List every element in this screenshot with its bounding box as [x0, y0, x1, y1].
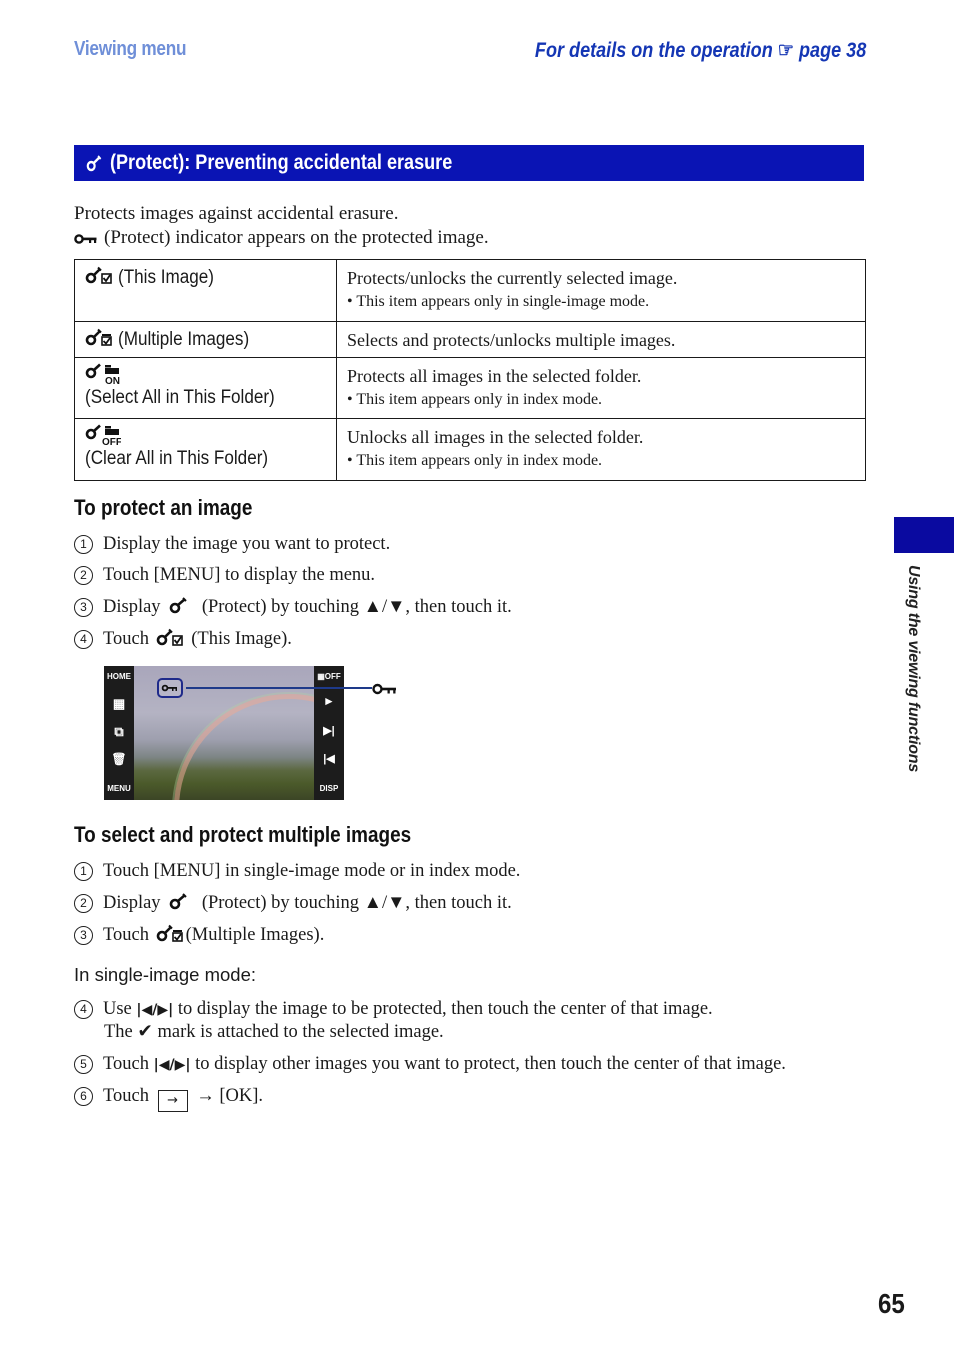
multiple-step-4: 4 Use |◀/▶| to display the image to be pr… — [74, 998, 713, 1043]
pointing-hand-icon: ☞ — [777, 39, 794, 62]
protect-step-4: 4 Touch (This Image). — [74, 627, 292, 650]
reference-page: page 38 — [798, 39, 866, 62]
previous-image-icon[interactable]: |◀ — [314, 752, 344, 765]
play-icon[interactable]: ► — [314, 694, 344, 708]
side-tab-marker — [894, 517, 954, 553]
intro-line-1: Protects images against accidental erasu… — [74, 203, 399, 224]
multiple-step-5: 5 Touch |◀/▶| to display other images you… — [74, 1053, 786, 1076]
checkmark-icon: ✔ — [137, 1021, 153, 1042]
prev-next-icon: |◀/▶| — [136, 1002, 174, 1018]
slideshow-icon[interactable]: ⧉ — [104, 724, 134, 740]
banner-title: (Protect): Preventing accidental erasure — [109, 151, 453, 174]
multiple-step-1: 1 Touch [MENU] in single-image mode or in… — [74, 860, 520, 882]
intro-text: Protects images against accidental erasu… — [74, 202, 489, 250]
intro-line-2: (Protect) indicator appears on the prote… — [104, 227, 489, 248]
key-icon — [169, 893, 187, 910]
arrow-button-icon: → — [157, 1090, 188, 1112]
protect-banner: (Protect): Preventing accidental erasure — [74, 145, 864, 181]
svg-text:ON: ON — [105, 376, 120, 385]
key-icon — [86, 155, 102, 172]
protect-multiple-images-icon — [85, 328, 112, 346]
option-this-image: (This Image) — [74, 259, 337, 322]
multiple-step-3: 3 Touch (Multiple Images). — [74, 923, 324, 946]
table-row: (This Image) Protects/unlocks the curren… — [74, 259, 866, 322]
single-image-mode-subheading: In single-image mode: — [74, 964, 257, 985]
option-multiple-images: (Multiple Images) — [74, 321, 337, 358]
protect-step-1: 1 Display the image you want to protect. — [74, 533, 390, 555]
reference-prefix: For details on the operation — [534, 39, 773, 62]
protect-this-image-icon — [85, 266, 112, 284]
option-multiple-images-desc: Selects and protects/unlocks multiple im… — [336, 321, 866, 358]
trash-icon[interactable]: 🗑 — [104, 752, 134, 766]
option-select-all: ON (Select All in This Folder) — [74, 357, 337, 419]
option-clear-all: OFF (Clear All in This Folder) — [74, 418, 337, 481]
protect-indicator-icon — [161, 684, 177, 692]
protect-this-image-icon — [156, 628, 183, 646]
display-off-button[interactable]: ▦OFF — [314, 672, 344, 681]
page-number: 65 — [878, 1288, 905, 1319]
side-tab-label: Using the viewing functions — [905, 565, 922, 773]
section-title: Viewing menu — [74, 38, 187, 60]
home-button[interactable]: HOME — [104, 672, 134, 681]
multiple-step-2: 2 Display (Protect) by touching ▲/▼, then… — [74, 892, 512, 914]
option-clear-all-desc: Unlocks all images in the selected folde… — [336, 418, 866, 481]
protect-badge — [157, 678, 183, 698]
multiple-step-6: 6 Touch → → [OK]. — [74, 1085, 263, 1112]
prev-next-icon: |◀/▶| — [153, 1057, 191, 1073]
next-image-icon[interactable]: ▶| — [314, 724, 344, 737]
table-row: (Multiple Images) Selects and protects/u… — [74, 321, 866, 358]
protect-clear-all-icon: OFF — [85, 424, 122, 448]
option-this-image-desc: Protects/unlocks the currently selected … — [336, 259, 866, 322]
page-reference[interactable]: For details on the operation ☞ page 38 — [535, 38, 866, 63]
table-row: ON (Select All in This Folder) Protects … — [74, 357, 866, 419]
svg-text:OFF: OFF — [102, 437, 121, 446]
multiple-images-heading: To select and protect multiple images — [74, 822, 412, 847]
index-view-icon[interactable]: ▦ — [104, 696, 134, 712]
key-icon — [169, 597, 187, 614]
disp-button[interactable]: DISP — [314, 784, 344, 793]
protect-step-3: 3 Display (Protect) by touching ▲/▼, then… — [74, 596, 512, 618]
protect-multiple-images-icon — [156, 924, 183, 942]
protect-step-2: 2 Touch [MENU] to display the menu. — [74, 564, 375, 586]
protect-indicator-icon — [74, 233, 97, 244]
protect-select-all-icon: ON — [85, 363, 120, 387]
protect-options-table: (This Image) Protects/unlocks the curren… — [74, 259, 866, 481]
protect-image-heading: To protect an image — [74, 495, 253, 520]
protect-indicator-icon — [372, 683, 396, 695]
table-row: OFF (Clear All in This Folder) Unlocks a… — [74, 418, 866, 481]
menu-button[interactable]: MENU — [104, 784, 134, 793]
option-select-all-desc: Protects all images in the selected fold… — [336, 357, 866, 419]
callout-line — [186, 687, 372, 689]
